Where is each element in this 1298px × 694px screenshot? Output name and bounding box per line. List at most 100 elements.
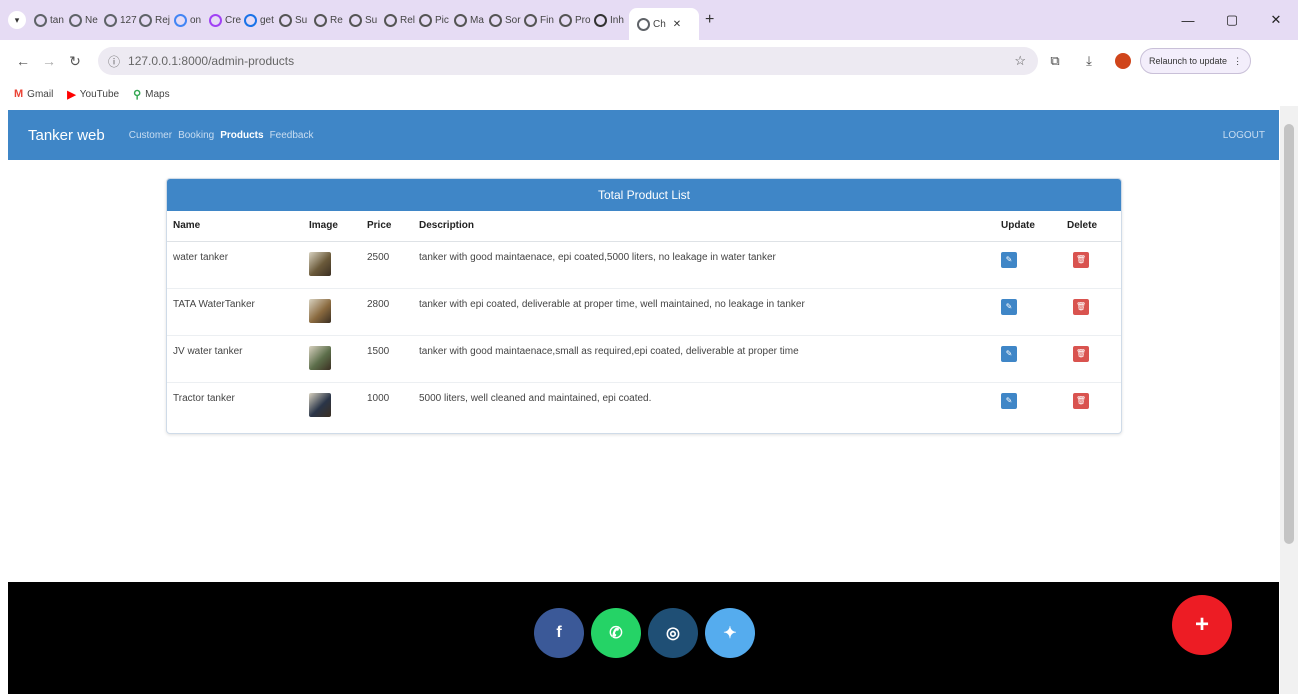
bookmark-star-icon[interactable]: ☆ [1014, 53, 1026, 69]
update-button[interactable]: ✎ [1001, 251, 1017, 268]
update-button[interactable]: ✎ [1001, 298, 1017, 315]
profile-avatar[interactable] [1115, 53, 1131, 69]
update-button[interactable]: ✎ [1001, 392, 1017, 409]
tab-label: on [190, 14, 202, 26]
download-icon[interactable]: ⤓ [1072, 53, 1106, 69]
gmail-icon: M [14, 88, 24, 100]
whatsapp-icon[interactable]: ✆ [591, 608, 641, 658]
nav-link-products[interactable]: Products [220, 130, 263, 141]
c-icon [489, 13, 502, 27]
bookmark-label: Gmail [27, 88, 54, 100]
delete-cell: 🗑 [1061, 240, 1121, 288]
delete-button[interactable]: 🗑 [1073, 345, 1089, 362]
product-thumbnail [309, 345, 331, 370]
browser-tab[interactable]: Pic [419, 6, 454, 34]
back-arrow-icon[interactable]: ← [10, 53, 36, 69]
table-header-row: Name Image Price Description Update Dele… [167, 211, 1121, 242]
page-viewport: Tanker web Customer Booking Products Feedba… [0, 106, 1298, 694]
forward-arrow-icon[interactable]: → [36, 53, 62, 69]
bookmark-item[interactable]: M Gmail [14, 88, 53, 100]
browser-tab[interactable]: Rej [139, 6, 174, 34]
delete-button[interactable]: 🗑 [1073, 392, 1089, 409]
brand-link[interactable]: Tanker web [28, 127, 105, 144]
browser-tab[interactable]: Su [279, 6, 314, 34]
product-price: 2800 [361, 287, 413, 335]
browser-tab[interactable]: on [174, 6, 209, 34]
address-bar[interactable]: ⓘ 127.0.0.1:8000/admin-products ☆ [98, 47, 1038, 75]
gmail-icon [209, 13, 222, 27]
page-scrollbar[interactable] [1280, 106, 1298, 694]
browser-tab[interactable]: Fin [524, 6, 559, 34]
product-image-cell [303, 240, 361, 288]
browser-tab[interactable]: Sor [489, 6, 524, 34]
table-row: water tanker 2500 tanker with good maintae… [167, 240, 1121, 288]
tab-close-icon[interactable]: ✕ [673, 19, 681, 30]
tab-label: Pic [435, 14, 449, 26]
update-button[interactable]: ✎ [1001, 345, 1017, 362]
c-icon [384, 13, 397, 27]
tab-label: Fin [540, 14, 554, 26]
delete-button[interactable]: 🗑 [1073, 298, 1089, 315]
product-price: 1000 [361, 381, 413, 429]
whatsapp-glyph: ✆ [609, 625, 623, 642]
product-price: 2500 [361, 240, 413, 288]
bookmark-item[interactable]: ▶ YouTube [67, 88, 119, 101]
browser-tab[interactable]: 127 [104, 6, 139, 34]
nav-link-booking[interactable]: Booking [178, 130, 214, 141]
header-delete: Delete [1061, 211, 1121, 242]
instagram-icon[interactable]: ◎ [648, 608, 698, 658]
browser-tab[interactable]: Ma [454, 6, 489, 34]
delete-button[interactable]: 🗑 [1073, 251, 1089, 268]
site-info-icon[interactable]: ⓘ [108, 53, 120, 70]
product-name: TATA WaterTanker [167, 287, 303, 335]
close-window-icon[interactable]: ✕ [1254, 12, 1298, 28]
reload-icon[interactable]: ↻ [62, 53, 88, 70]
browser-tab[interactable]: Ch ✕ [629, 8, 699, 40]
browser-tab[interactable]: get [244, 6, 279, 34]
tab-label: Ne [85, 14, 98, 26]
add-fab-button[interactable]: + [1172, 595, 1232, 655]
product-description: tanker with epi coated, deliverable at p… [413, 287, 995, 335]
minimize-icon[interactable]: — [1166, 13, 1210, 28]
tab-label: Sor [505, 14, 521, 26]
product-table: Name Image Price Description Update Dele… [167, 211, 1121, 429]
facebook-icon[interactable]: f [534, 608, 584, 658]
browser-toolbar: ← → ↻ ⓘ 127.0.0.1:8000/admin-products ☆ … [0, 40, 1298, 82]
c-icon [279, 13, 292, 27]
relaunch-label: Relaunch to update [1149, 56, 1228, 66]
tab-label: Pro [575, 14, 591, 26]
maximize-icon[interactable]: ▢ [1210, 12, 1254, 28]
browser-tab[interactable]: Inh [594, 6, 629, 34]
tab-label: 127 [120, 14, 137, 26]
product-thumbnail [309, 298, 331, 323]
browser-tab[interactable]: Cre [209, 6, 244, 34]
product-image-cell [303, 334, 361, 382]
logout-link[interactable]: LOGOUT [1223, 130, 1265, 141]
product-description: tanker with good maintaenace,small as re… [413, 334, 995, 382]
extensions-icon[interactable]: ⧉ [1038, 53, 1072, 69]
table-row: TATA WaterTanker 2800 tanker with epi coat… [167, 287, 1121, 335]
delete-cell: 🗑 [1061, 287, 1121, 335]
browser-tab[interactable]: tan [34, 6, 69, 34]
c-icon [454, 13, 467, 27]
scrollbar-thumb[interactable] [1284, 124, 1294, 544]
twitter-glyph: ✦ [723, 625, 737, 642]
address-url: 127.0.0.1:8000/admin-products [128, 54, 295, 68]
tab-list: tan Ne 127 Rej on Cre get Su Re Su Rel Pic Ma Sor Fin P… [34, 0, 699, 40]
table-row: JV water tanker 1500 tanker with good main… [167, 334, 1121, 382]
bookmark-item[interactable]: ⚲ Maps [133, 88, 170, 101]
new-tab-plus-icon[interactable]: + [705, 11, 714, 29]
product-image-cell [303, 381, 361, 429]
header-update: Update [995, 211, 1061, 242]
browser-tab[interactable]: Rel [384, 6, 419, 34]
more-menu-icon: ⋮ [1233, 55, 1243, 66]
tab-search-chevron-icon[interactable]: ▾ [8, 11, 26, 29]
browser-tab[interactable]: Su [349, 6, 384, 34]
nav-link-customer[interactable]: Customer [129, 130, 172, 141]
browser-tab[interactable]: Re [314, 6, 349, 34]
relaunch-button[interactable]: Relaunch to update ⋮ [1140, 48, 1252, 74]
browser-tab[interactable]: Ne [69, 6, 104, 34]
browser-tab[interactable]: Pro [559, 6, 594, 34]
twitter-icon[interactable]: ✦ [705, 608, 755, 658]
nav-link-feedback[interactable]: Feedback [270, 130, 314, 141]
